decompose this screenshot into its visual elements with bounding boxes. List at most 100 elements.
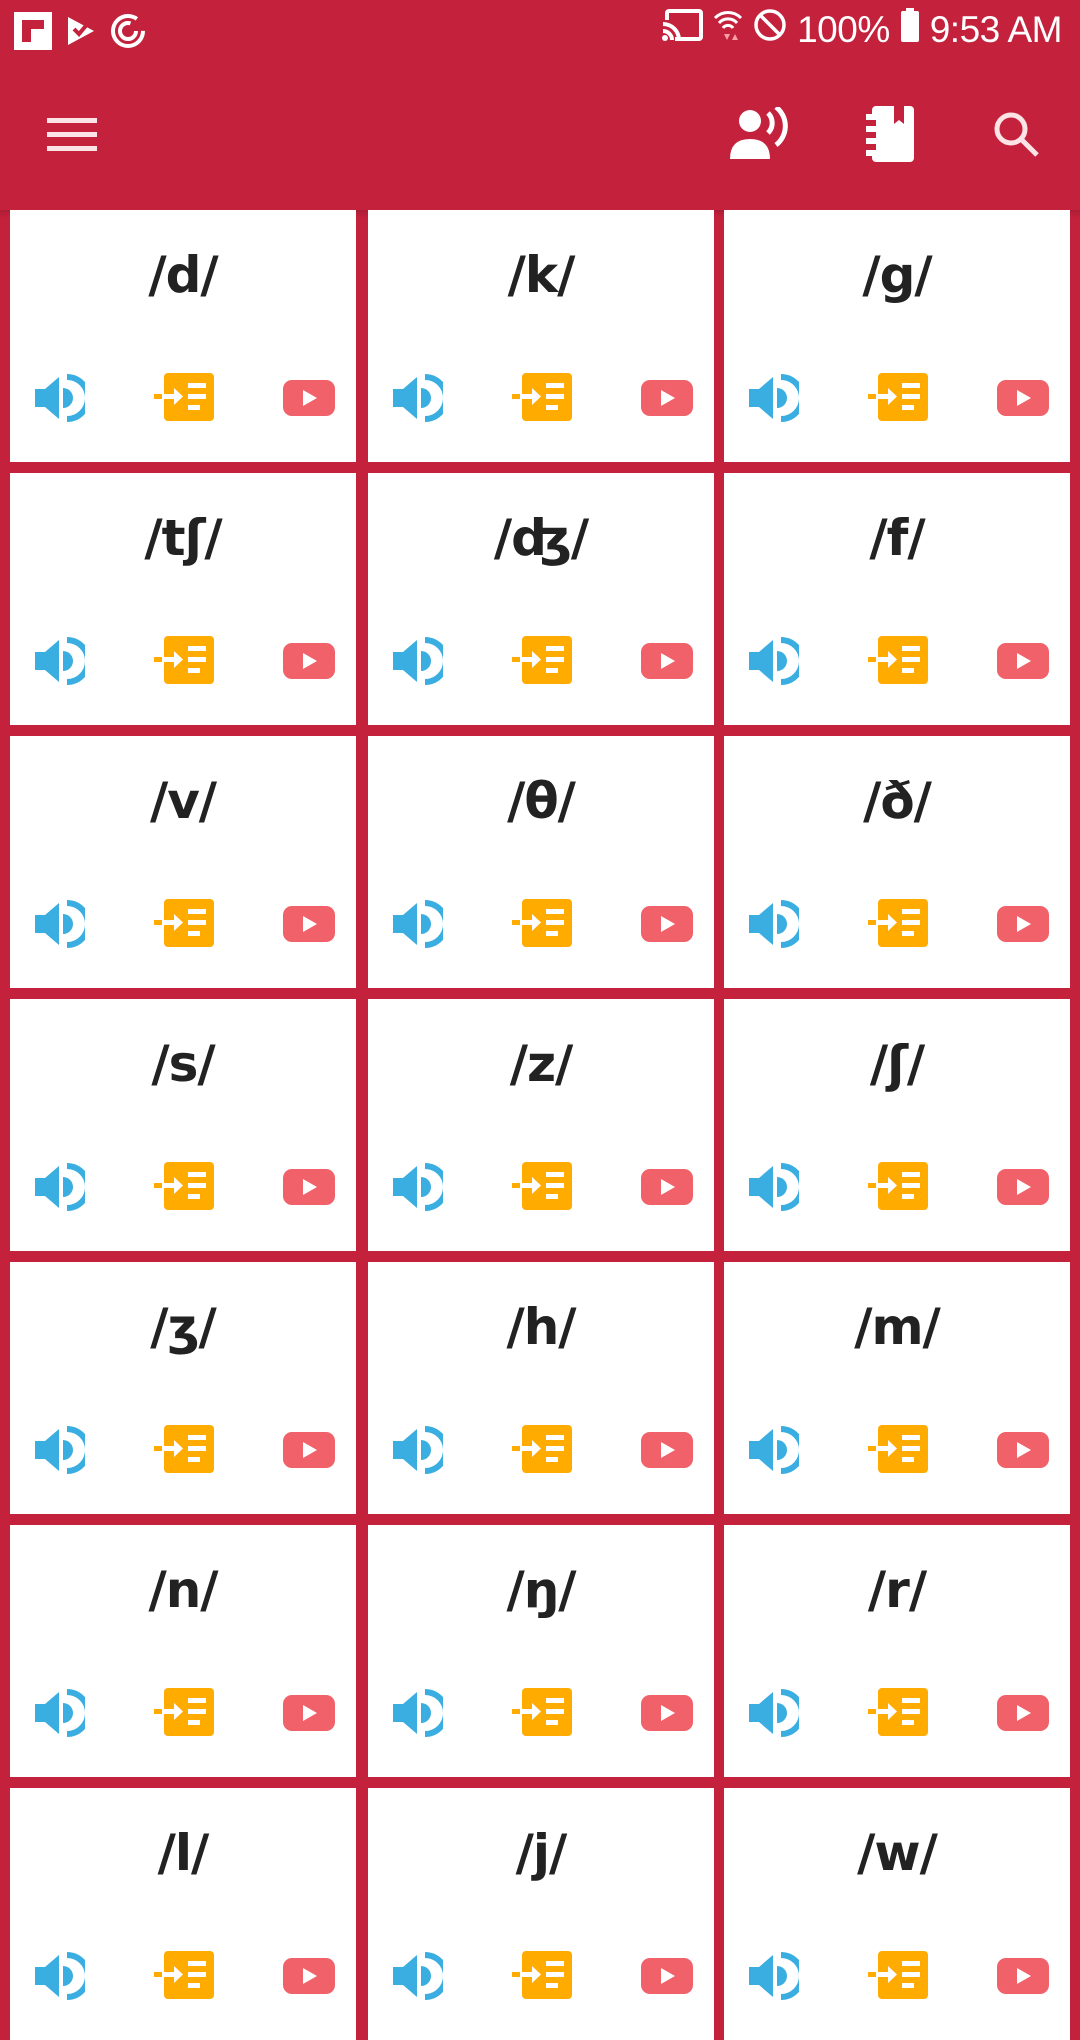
sound-card[interactable]: /m/ xyxy=(724,1262,1070,1514)
sound-card[interactable]: /f/ xyxy=(724,473,1070,725)
search-button[interactable] xyxy=(984,104,1048,168)
play-audio-button[interactable] xyxy=(744,370,804,426)
youtube-video-button[interactable] xyxy=(994,896,1052,952)
youtube-icon xyxy=(997,643,1049,679)
youtube-video-button[interactable] xyxy=(280,1159,338,1215)
sound-card[interactable]: /ʃ/ xyxy=(724,999,1070,1251)
play-audio-button[interactable] xyxy=(388,1685,448,1741)
youtube-video-button[interactable] xyxy=(994,1948,1052,2004)
speaker-icon xyxy=(393,637,443,685)
youtube-icon xyxy=(641,1958,693,1994)
examples-list-button[interactable] xyxy=(153,633,217,689)
youtube-video-button[interactable] xyxy=(280,370,338,426)
youtube-video-button[interactable] xyxy=(994,1422,1052,1478)
sound-card[interactable]: /r/ xyxy=(724,1525,1070,1777)
youtube-video-button[interactable] xyxy=(280,1422,338,1478)
youtube-video-button[interactable] xyxy=(638,1685,696,1741)
sound-card[interactable]: /k/ xyxy=(368,210,714,462)
examples-list-button[interactable] xyxy=(153,1159,217,1215)
sound-card[interactable]: /ŋ/ xyxy=(368,1525,714,1777)
examples-list-button[interactable] xyxy=(153,896,217,952)
play-audio-button[interactable] xyxy=(388,1422,448,1478)
play-audio-button[interactable] xyxy=(744,1685,804,1741)
youtube-video-button[interactable] xyxy=(638,370,696,426)
youtube-video-button[interactable] xyxy=(994,1159,1052,1215)
examples-list-button[interactable] xyxy=(511,633,575,689)
examples-list-button[interactable] xyxy=(153,1685,217,1741)
sound-card[interactable]: /s/ xyxy=(10,999,356,1251)
youtube-video-button[interactable] xyxy=(280,896,338,952)
insert-list-icon xyxy=(512,1162,572,1210)
youtube-video-button[interactable] xyxy=(638,1948,696,2004)
sound-card[interactable]: /tʃ/ xyxy=(10,473,356,725)
play-audio-button[interactable] xyxy=(744,1422,804,1478)
play-audio-button[interactable] xyxy=(744,1159,804,1215)
sound-card[interactable]: /ð/ xyxy=(724,736,1070,988)
youtube-video-button[interactable] xyxy=(280,633,338,689)
sound-card[interactable]: /g/ xyxy=(724,210,1070,462)
sync-icon xyxy=(110,13,146,54)
youtube-video-button[interactable] xyxy=(994,1685,1052,1741)
menu-button[interactable] xyxy=(40,104,104,168)
sound-card[interactable]: /n/ xyxy=(10,1525,356,1777)
examples-list-button[interactable] xyxy=(511,370,575,426)
examples-list-button[interactable] xyxy=(867,1685,931,1741)
examples-list-button[interactable] xyxy=(511,896,575,952)
youtube-video-button[interactable] xyxy=(638,1422,696,1478)
sound-card[interactable]: /ʤ/ xyxy=(368,473,714,725)
examples-list-button[interactable] xyxy=(867,896,931,952)
sound-card[interactable]: /h/ xyxy=(368,1262,714,1514)
youtube-video-button[interactable] xyxy=(638,896,696,952)
sound-card[interactable]: /v/ xyxy=(10,736,356,988)
play-audio-button[interactable] xyxy=(30,896,90,952)
examples-list-button[interactable] xyxy=(511,1948,575,2004)
play-audio-button[interactable] xyxy=(30,633,90,689)
play-audio-button[interactable] xyxy=(388,1948,448,2004)
sound-card[interactable]: /j/ xyxy=(368,1788,714,2040)
play-audio-button[interactable] xyxy=(30,1948,90,2004)
examples-list-button[interactable] xyxy=(511,1685,575,1741)
insert-list-icon xyxy=(512,1951,572,1999)
youtube-video-button[interactable] xyxy=(638,1159,696,1215)
phoneme-symbol: /h/ xyxy=(506,1298,576,1356)
examples-list-button[interactable] xyxy=(511,1422,575,1478)
sound-card[interactable]: /l/ xyxy=(10,1788,356,2040)
examples-list-button[interactable] xyxy=(153,370,217,426)
play-audio-button[interactable] xyxy=(30,1159,90,1215)
examples-list-button[interactable] xyxy=(867,1422,931,1478)
youtube-icon xyxy=(641,1695,693,1731)
play-audio-button[interactable] xyxy=(388,370,448,426)
play-audio-button[interactable] xyxy=(30,1422,90,1478)
youtube-video-button[interactable] xyxy=(994,370,1052,426)
speaker-icon xyxy=(35,1689,85,1737)
play-audio-button[interactable] xyxy=(744,896,804,952)
play-audio-button[interactable] xyxy=(30,370,90,426)
play-audio-button[interactable] xyxy=(744,633,804,689)
examples-list-button[interactable] xyxy=(867,1948,931,2004)
examples-list-button[interactable] xyxy=(153,1948,217,2004)
sound-card[interactable]: /d/ xyxy=(10,210,356,462)
youtube-video-button[interactable] xyxy=(280,1685,338,1741)
speaker-icon xyxy=(393,374,443,422)
examples-list-button[interactable] xyxy=(867,1159,931,1215)
play-audio-button[interactable] xyxy=(30,1685,90,1741)
sound-card[interactable]: /w/ xyxy=(724,1788,1070,2040)
play-audio-button[interactable] xyxy=(388,896,448,952)
youtube-video-button[interactable] xyxy=(638,633,696,689)
youtube-video-button[interactable] xyxy=(994,633,1052,689)
sound-card[interactable]: /θ/ xyxy=(368,736,714,988)
notebook-button[interactable] xyxy=(858,104,922,168)
youtube-icon xyxy=(641,380,693,416)
examples-list-button[interactable] xyxy=(867,633,931,689)
play-audio-button[interactable] xyxy=(744,1948,804,2004)
sound-card[interactable]: /z/ xyxy=(368,999,714,1251)
play-audio-button[interactable] xyxy=(388,633,448,689)
sound-card[interactable]: /ʒ/ xyxy=(10,1262,356,1514)
speak-button[interactable] xyxy=(728,104,792,168)
youtube-video-button[interactable] xyxy=(280,1948,338,2004)
examples-list-button[interactable] xyxy=(153,1422,217,1478)
examples-list-button[interactable] xyxy=(511,1159,575,1215)
play-audio-button[interactable] xyxy=(388,1159,448,1215)
phoneme-symbol: /g/ xyxy=(862,246,932,304)
examples-list-button[interactable] xyxy=(867,370,931,426)
